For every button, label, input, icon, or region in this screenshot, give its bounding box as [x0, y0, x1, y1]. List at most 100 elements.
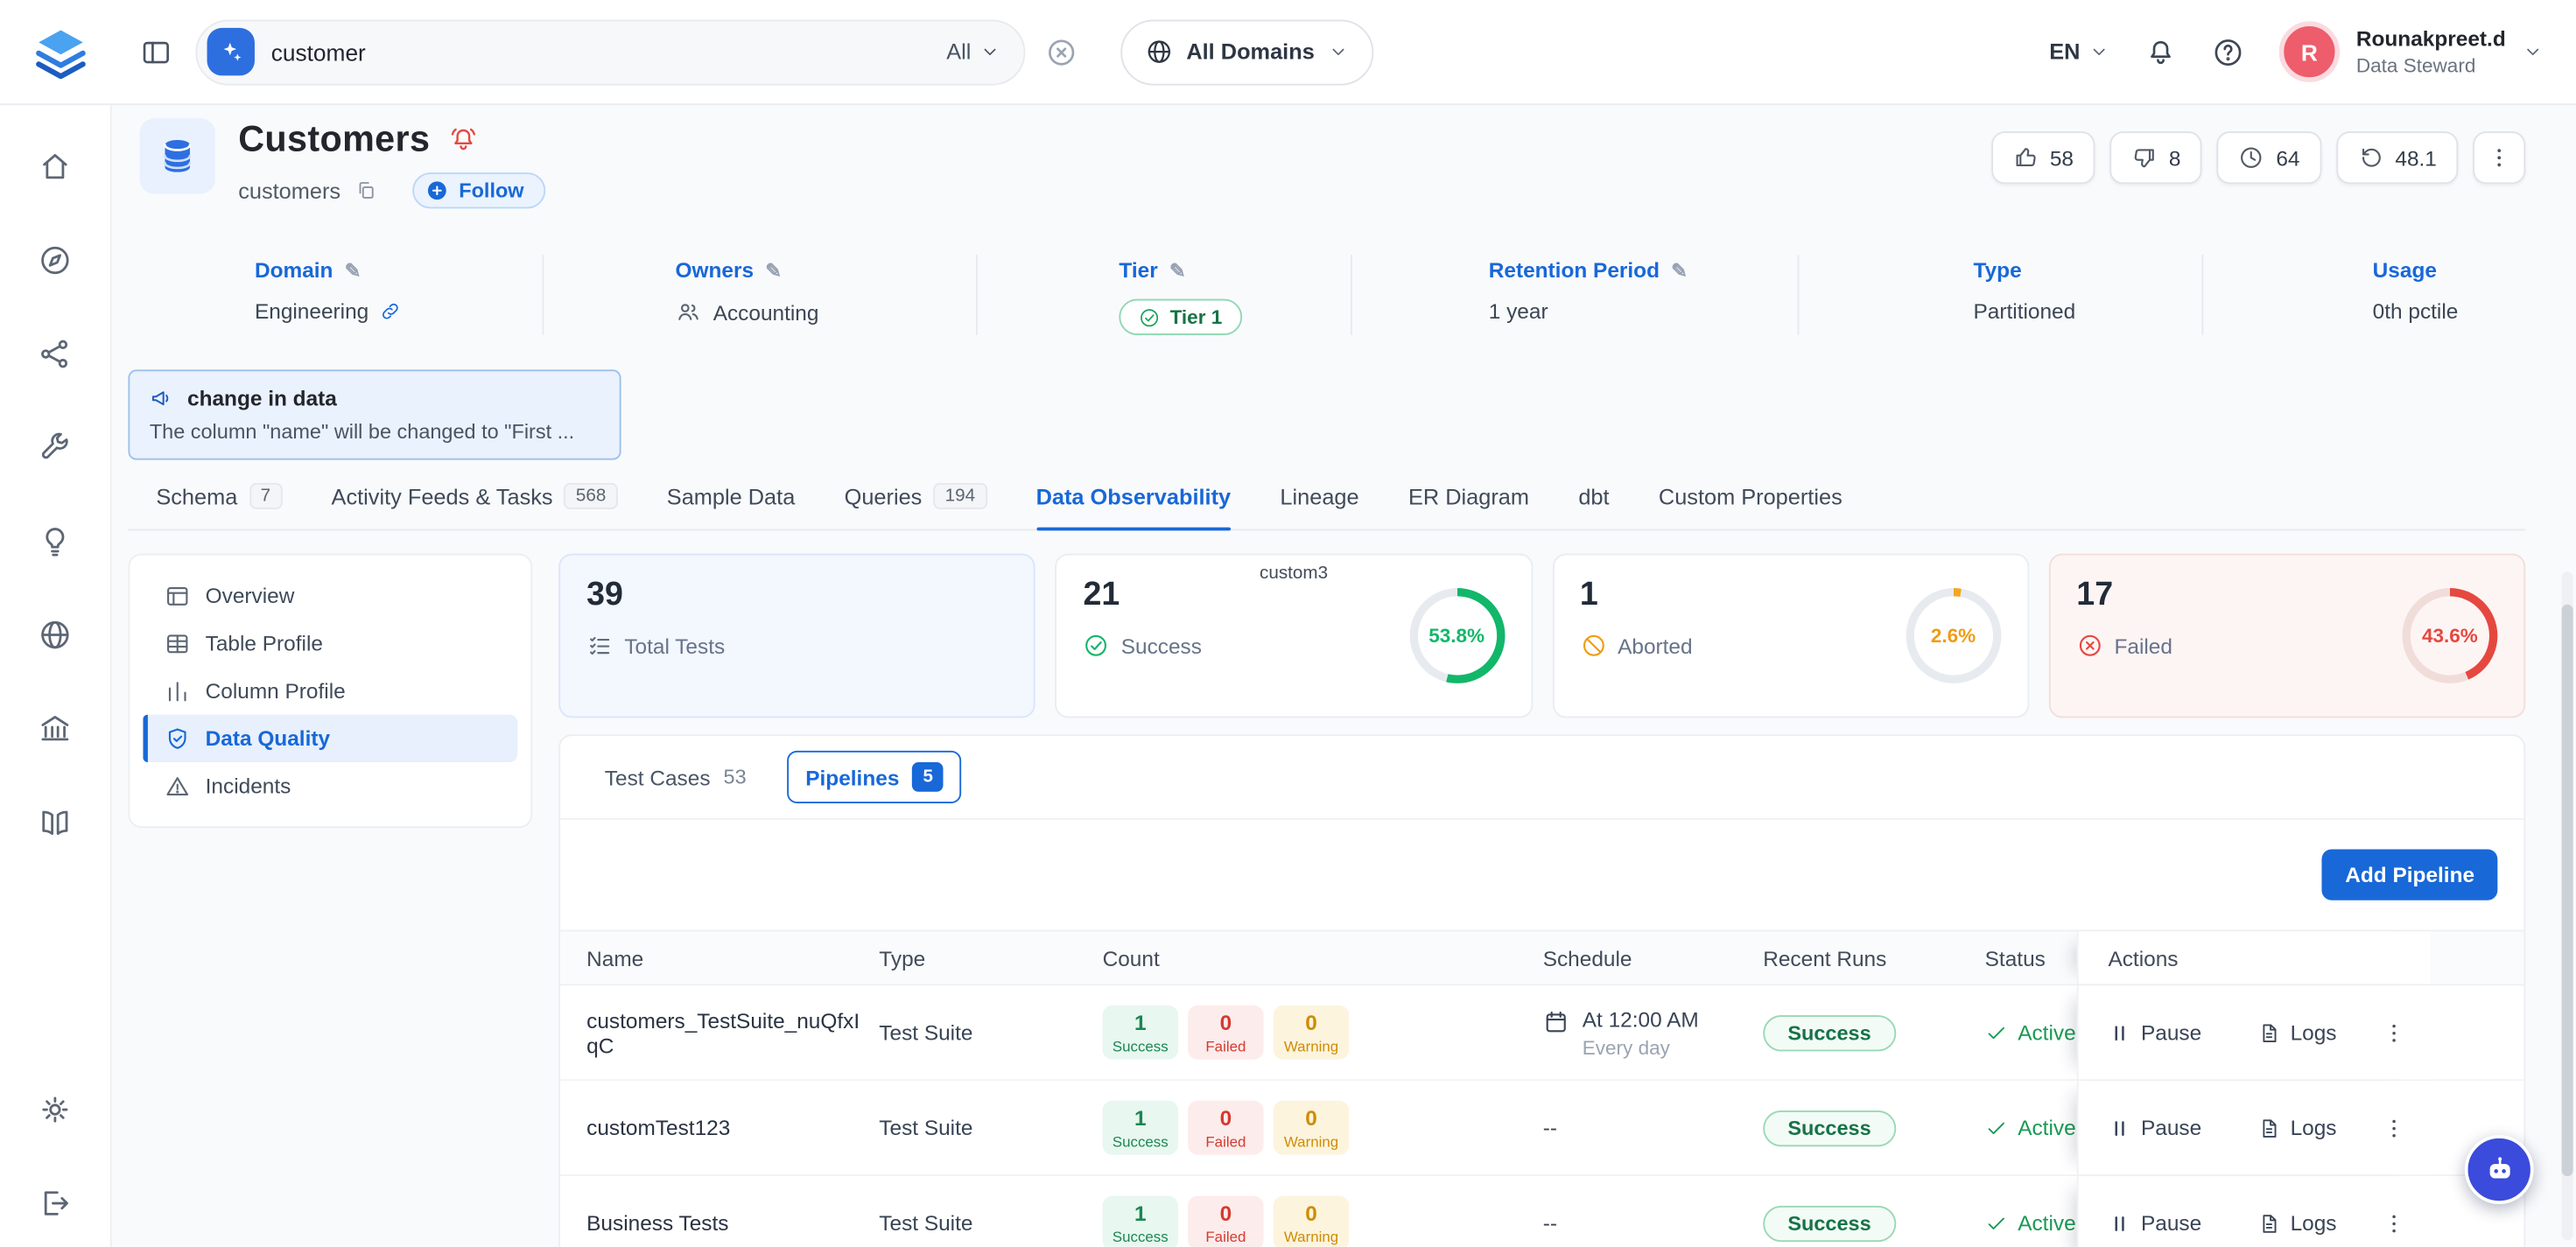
data-assets-icon[interactable]	[38, 337, 72, 371]
copy-icon[interactable]	[355, 179, 378, 202]
follow-button[interactable]: Follow	[413, 172, 545, 208]
user-menu[interactable]: R Rounakpreet.d Data Steward	[2279, 21, 2544, 81]
explore-icon[interactable]	[38, 243, 72, 277]
global-search[interactable]: All	[195, 19, 1025, 85]
pause-button[interactable]: Pause	[2108, 1210, 2201, 1235]
column-profile-icon	[165, 677, 191, 704]
subtab-pipelines[interactable]: Pipelines 5	[788, 751, 962, 803]
pipeline-name[interactable]: customTest123	[586, 1116, 879, 1140]
tab-activity-feeds[interactable]: Activity Feeds & Tasks568	[332, 483, 618, 529]
tab-label: ER Diagram	[1408, 484, 1529, 508]
edit-icon[interactable]: ✎	[1169, 261, 1186, 281]
tab-data-observability[interactable]: Data Observability	[1036, 483, 1232, 529]
tab-schema[interactable]: Schema7	[156, 483, 282, 529]
tab-queries[interactable]: Queries194	[845, 483, 987, 529]
views-button[interactable]: 64	[2217, 131, 2321, 184]
meta-tier: Tier✎ Tier 1	[976, 255, 1351, 335]
table-row[interactable]: customTest123 Test Suite 1Success 0Faile…	[560, 1081, 2523, 1176]
chat-bot-button[interactable]	[2465, 1135, 2534, 1204]
row-more-icon[interactable]	[2381, 1019, 2407, 1046]
pipeline-name[interactable]: Business Tests	[586, 1210, 879, 1235]
check-icon	[1985, 1117, 2008, 1139]
tab-label: Sample Data	[667, 484, 796, 508]
col-recent-runs: Recent Runs	[1763, 945, 1984, 970]
announcement-alarm-icon[interactable]	[448, 125, 478, 155]
insights-icon[interactable]	[38, 524, 72, 558]
subtab-test-cases[interactable]: Test Cases 53	[586, 753, 764, 801]
thumbs-up-icon	[2012, 144, 2039, 171]
row-more-icon[interactable]	[2381, 1115, 2407, 1141]
services-icon[interactable]	[38, 431, 72, 465]
domains-icon[interactable]	[38, 618, 72, 652]
sidebar-toggle-icon[interactable]	[140, 35, 173, 68]
announcement-card[interactable]: change in data The column "name" will be…	[128, 369, 621, 459]
pause-button[interactable]: Pause	[2108, 1116, 2201, 1140]
data-quality-icon	[165, 725, 191, 752]
glossary-icon[interactable]	[38, 805, 72, 839]
notifications-bell-icon[interactable]	[2144, 35, 2178, 68]
language-dropdown[interactable]: EN	[2049, 39, 2109, 64]
meta-value[interactable]: Engineering	[255, 299, 369, 324]
warning-count-chip: 0Warning	[1274, 1005, 1349, 1060]
logs-button[interactable]: Logs	[2257, 1020, 2336, 1045]
edit-icon[interactable]: ✎	[765, 261, 782, 281]
sidebar-nav	[38, 150, 72, 839]
tab-sample-data[interactable]: Sample Data	[667, 483, 796, 529]
recent-run-badge[interactable]: Success	[1763, 1014, 1896, 1050]
edit-icon[interactable]: ✎	[345, 261, 361, 281]
edit-icon[interactable]: ✎	[1671, 261, 1688, 281]
card-label: Failed	[2114, 634, 2172, 658]
scrollbar-thumb[interactable]	[2562, 605, 2573, 1176]
upvote-button[interactable]: 58	[1990, 131, 2095, 184]
tab-label: Queries	[845, 484, 923, 508]
search-input[interactable]	[271, 39, 930, 65]
menu-item-column-profile[interactable]: Column Profile	[143, 667, 517, 714]
home-icon[interactable]	[38, 150, 72, 184]
page-title: Customers	[238, 118, 430, 161]
freshness-button[interactable]: 48.1	[2336, 131, 2458, 184]
tab-dbt[interactable]: dbt	[1578, 483, 1609, 529]
failed-value: 17	[2076, 577, 2172, 614]
logs-doc-icon	[2257, 1021, 2280, 1044]
domains-dropdown[interactable]: All Domains	[1120, 19, 1373, 85]
tab-lineage[interactable]: Lineage	[1280, 483, 1358, 529]
table-row[interactable]: customers_TestSuite_nuQfxIqC Test Suite …	[560, 985, 2523, 1081]
menu-item-overview[interactable]: Overview	[143, 571, 517, 619]
recent-run-badge[interactable]: Success	[1763, 1110, 1896, 1145]
entity-meta-strip: Domain✎ Engineering Owners✎ Accounting T…	[128, 235, 2525, 358]
menu-item-table-profile[interactable]: Table Profile	[143, 620, 517, 667]
menu-item-data-quality[interactable]: Data Quality	[143, 715, 517, 762]
tab-custom-properties[interactable]: Custom Properties	[1659, 483, 1843, 529]
add-pipeline-button[interactable]: Add Pipeline	[2322, 850, 2497, 900]
row-more-icon[interactable]	[2381, 1210, 2407, 1236]
logout-icon[interactable]	[38, 1186, 72, 1220]
settings-icon[interactable]	[38, 1092, 72, 1126]
pipeline-name[interactable]: customers_TestSuite_nuQfxIqC	[586, 1008, 879, 1057]
row-actions: Pause Logs	[2077, 985, 2431, 1079]
help-icon[interactable]	[2212, 35, 2245, 68]
tier-badge: Tier 1	[1119, 299, 1241, 335]
logs-button[interactable]: Logs	[2257, 1210, 2336, 1235]
col-count: Count	[1103, 945, 1543, 970]
tab-label: Custom Properties	[1659, 484, 1843, 508]
logs-button[interactable]: Logs	[2257, 1116, 2336, 1140]
ai-search-icon[interactable]	[207, 28, 255, 75]
entity-more-button[interactable]	[2473, 131, 2525, 184]
clear-search-icon[interactable]	[1045, 35, 1078, 68]
app-logo-icon[interactable]	[33, 24, 89, 80]
recent-run-badge[interactable]: Success	[1763, 1205, 1896, 1241]
meta-label: Owners	[676, 258, 755, 283]
avatar[interactable]: R	[2279, 21, 2340, 81]
search-scope-dropdown[interactable]: All	[946, 39, 1000, 64]
meta-value[interactable]: Accounting	[713, 300, 819, 325]
tab-er-diagram[interactable]: ER Diagram	[1408, 483, 1529, 529]
subtab-label: Test Cases	[605, 765, 711, 789]
col-actions: Actions	[2077, 931, 2431, 984]
pause-button[interactable]: Pause	[2108, 1020, 2201, 1045]
table-row[interactable]: Business Tests Test Suite 1Success 0Fail…	[560, 1176, 2523, 1247]
menu-item-incidents[interactable]: Incidents	[143, 762, 517, 809]
card-label: Aborted	[1618, 634, 1693, 658]
failed-count-chip: 0Failed	[1188, 1005, 1263, 1060]
downvote-button[interactable]: 8	[2109, 131, 2202, 184]
govern-icon[interactable]	[38, 711, 72, 746]
